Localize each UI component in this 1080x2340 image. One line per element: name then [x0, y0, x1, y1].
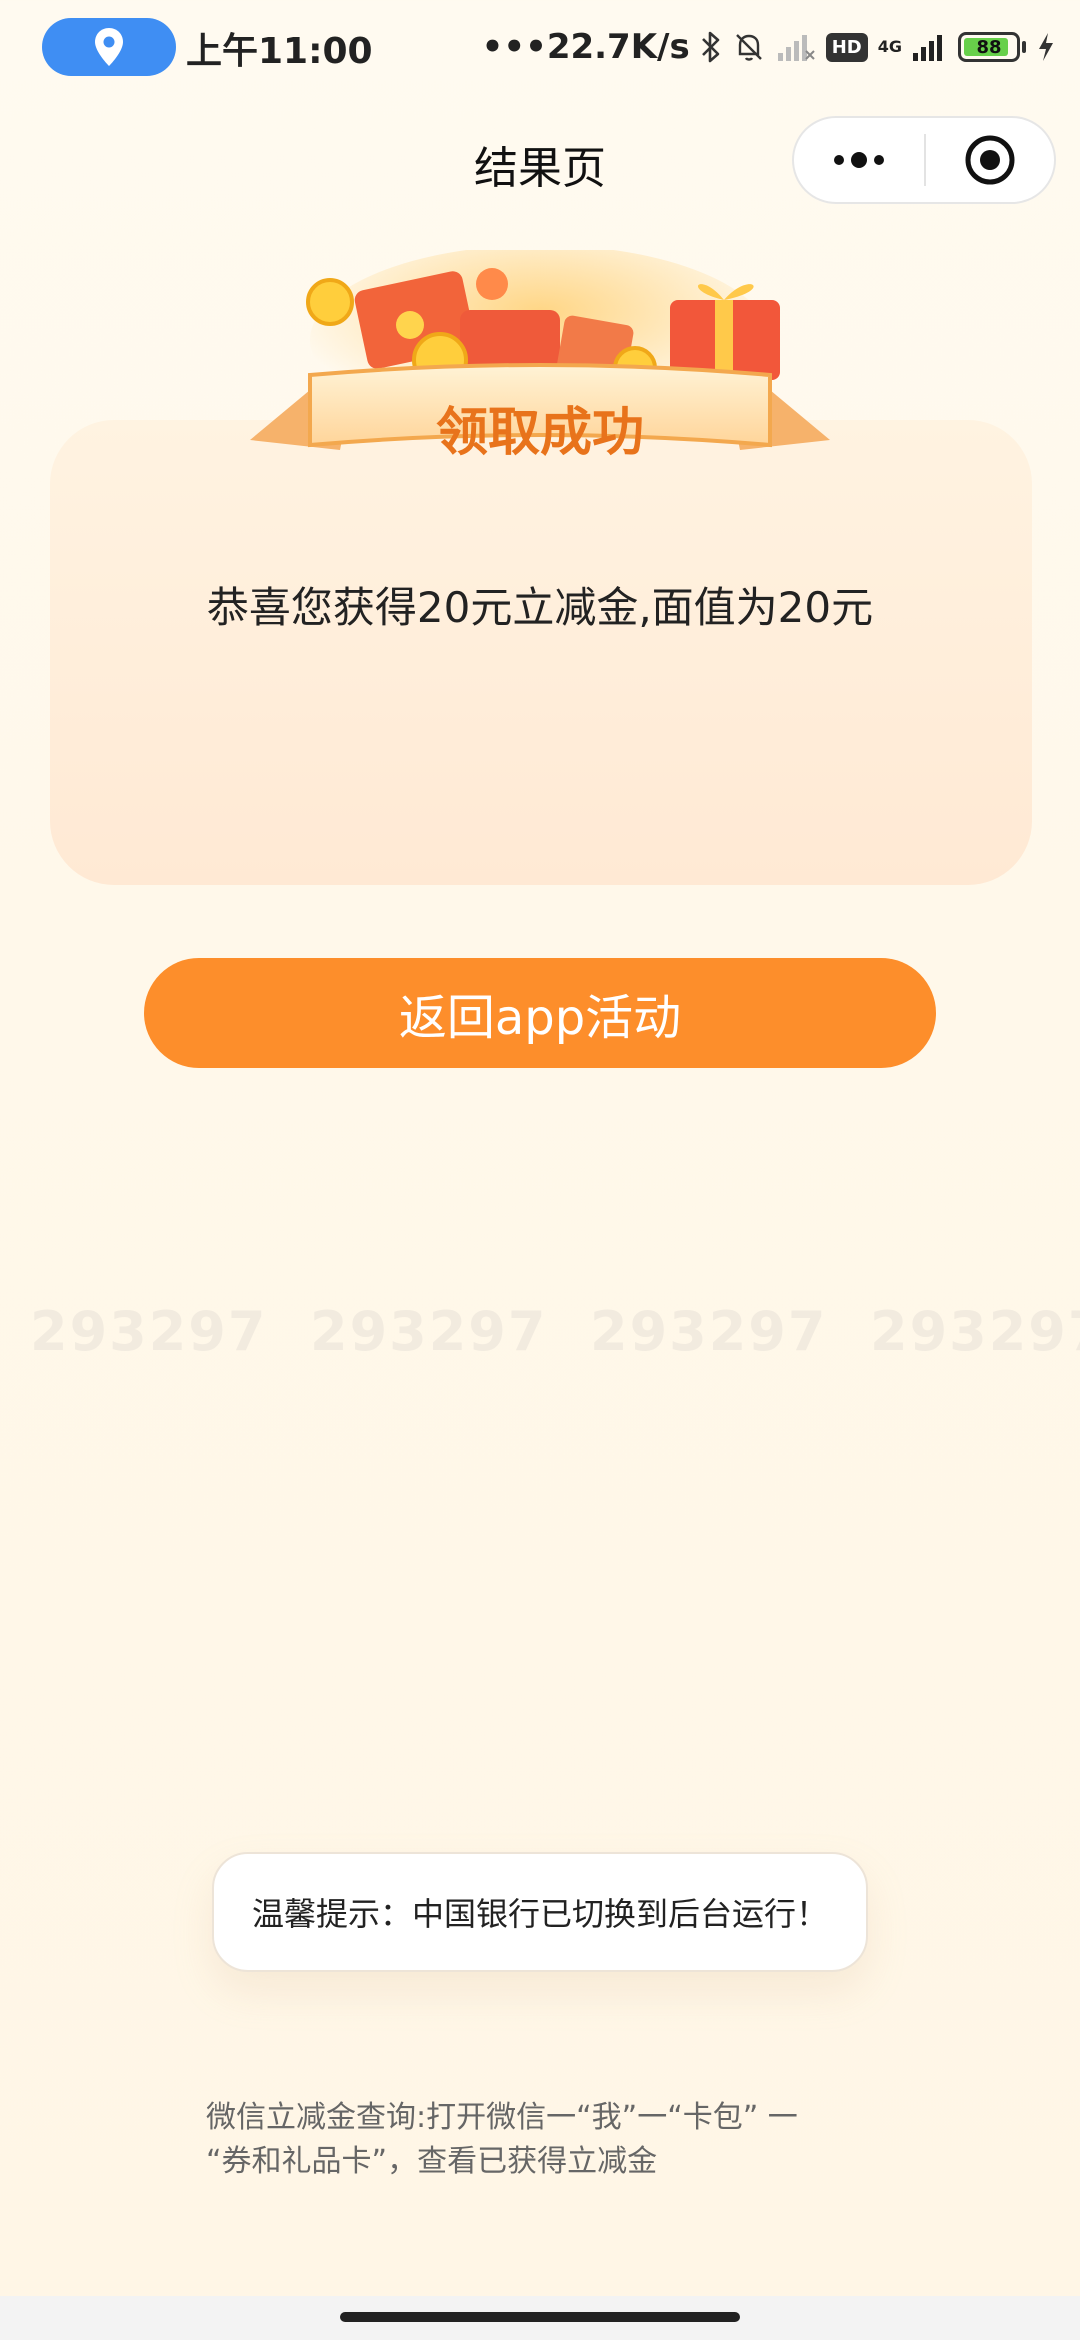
location-pin-icon — [95, 28, 123, 66]
battery-body: 88 — [958, 32, 1020, 62]
signal-icon — [913, 35, 942, 61]
bell-muted-icon — [735, 34, 762, 61]
battery-indicator: 88 — [958, 32, 1026, 62]
home-indicator[interactable] — [340, 2312, 740, 2322]
footer-instructions: 微信立减金查询:打开微信一“我”一“卡包” 一 “券和礼品卡”，查看已获得立减金 — [206, 2096, 886, 2184]
hd-badge: HD — [825, 32, 868, 62]
battery-cap — [1022, 41, 1026, 53]
target-close-icon — [965, 135, 1015, 185]
watermark-text: 293297 — [590, 1300, 828, 1363]
signal-empty-icon — [777, 35, 815, 61]
return-to-app-button[interactable]: 返回app活动 — [144, 958, 936, 1068]
watermark-text: 293297 — [30, 1300, 268, 1363]
nav-bar: 结果页 — [0, 110, 1080, 210]
charging-icon — [1039, 33, 1053, 61]
bluetooth-icon — [701, 31, 720, 63]
more-button[interactable] — [794, 118, 924, 202]
watermark-text: 293297 — [310, 1300, 548, 1363]
status-bar: 上午11:00 •••22.7K/s HD 4G 88 — [0, 0, 1080, 96]
reward-message: 恭喜您获得20元立减金,面值为20元 — [206, 583, 874, 632]
miniprogram-capsule — [792, 116, 1056, 204]
watermark-text: 293297 — [870, 1300, 1080, 1363]
more-dots-icon — [834, 152, 884, 168]
close-miniprogram-button[interactable] — [926, 118, 1054, 202]
location-indicator[interactable] — [42, 18, 176, 76]
toast-message: 温馨提示：中国银行已切换到后台运行！ — [212, 1852, 868, 1972]
network-speed: •••22.7K/s — [481, 27, 690, 67]
status-icons: •••22.7K/s HD 4G 88 — [482, 22, 1056, 72]
footer-line: “券和礼品卡”，查看已获得立减金 — [206, 2144, 658, 2179]
battery-level: 88 — [976, 36, 1002, 58]
banner-title: 领取成功 — [435, 403, 644, 463]
result-card — [50, 420, 1032, 885]
status-time: 上午11:00 — [186, 31, 373, 72]
footer-line: 微信立减金查询:打开微信一“我”一“卡包” 一 — [206, 2100, 798, 2135]
network-type: 4G — [877, 37, 902, 56]
